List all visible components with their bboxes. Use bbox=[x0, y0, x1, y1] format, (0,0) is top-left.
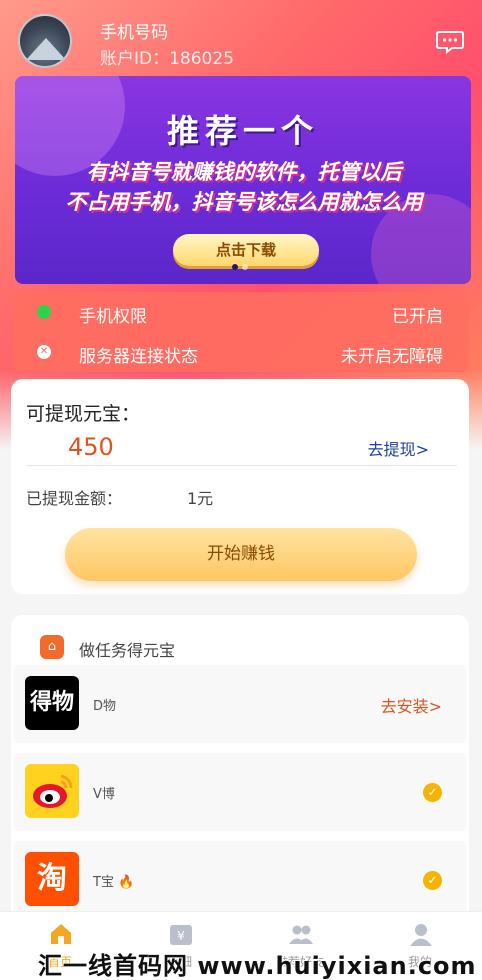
install-link[interactable]: 去安装> bbox=[381, 693, 442, 717]
start-earning-button[interactable]: 开始赚钱 bbox=[65, 528, 417, 581]
tasks-card: ⌂ 做任务得元宝 得物 D物 去安装> V博 ✓ 淘 T宝 🔥 ✓ bbox=[11, 615, 469, 945]
wallet-card: 可提现元宝： 450 去提现> 已提现金额： 1元 开始赚钱 bbox=[11, 379, 469, 594]
status-card: 手机权限 已开启 ✕ 服务器连接状态 未开启无障碍 bbox=[13, 292, 469, 372]
tasks-title: 做任务得元宝 bbox=[79, 641, 176, 660]
mountain-photo-icon bbox=[26, 38, 66, 60]
dewu-app-icon: 得物 bbox=[25, 676, 79, 730]
banner-line-2: 不占用手机，抖音号该怎么用就怎么用 bbox=[65, 190, 423, 214]
home-icon bbox=[51, 924, 71, 944]
status-off-icon: ✕ bbox=[37, 345, 51, 359]
home-task-icon: ⌂ bbox=[40, 635, 64, 659]
promo-banner[interactable]: 推荐一个 有抖音号就赚钱的软件，托管以后 不占用手机，抖音号该怎么用就怎么用 点… bbox=[15, 76, 471, 284]
wallet-amount: 450 bbox=[68, 433, 114, 461]
banner-line-1: 有抖音号就赚钱的软件，托管以后 bbox=[86, 160, 402, 184]
svg-text:¥: ¥ bbox=[177, 929, 185, 943]
header: 手机号码 账户ID：186025 bbox=[0, 0, 482, 74]
task-item[interactable]: 淘 T宝 🔥 ✓ bbox=[14, 841, 466, 919]
status-value: 已开启 bbox=[392, 307, 443, 327]
task-item[interactable]: 得物 D物 去安装> bbox=[14, 665, 466, 743]
carousel-dot[interactable] bbox=[242, 264, 248, 270]
wallet-yuan-icon: ¥ bbox=[170, 925, 192, 945]
user-name: 手机号码 bbox=[100, 23, 168, 43]
wallet-title: 可提现元宝： bbox=[26, 403, 141, 425]
user-icon bbox=[410, 924, 432, 946]
banner-title: 推荐一个 bbox=[166, 112, 319, 150]
weibo-icon bbox=[33, 774, 73, 808]
avatar[interactable] bbox=[18, 14, 72, 68]
task-app-name: D物 bbox=[93, 699, 117, 714]
carousel-dots[interactable] bbox=[232, 264, 252, 270]
task-app-name: T宝 🔥 bbox=[93, 871, 134, 890]
chat-bubble-icon[interactable] bbox=[436, 30, 464, 54]
status-row-permission: 手机权限 已开启 bbox=[13, 292, 469, 332]
friends-icon bbox=[289, 925, 313, 944]
task-app-name-text: T宝 bbox=[93, 875, 114, 890]
withdraw-link[interactable]: 去提现> bbox=[368, 436, 429, 460]
status-on-icon bbox=[37, 305, 51, 319]
status-label: 手机权限 bbox=[79, 307, 147, 327]
check-icon: ✓ bbox=[423, 871, 442, 890]
taobao-app-icon: 淘 bbox=[25, 852, 79, 906]
status-row-server[interactable]: ✕ 服务器连接状态 未开启无障碍 bbox=[13, 332, 469, 372]
download-button[interactable]: 点击下载 bbox=[173, 234, 319, 266]
task-item[interactable]: V博 ✓ bbox=[14, 753, 466, 831]
status-value[interactable]: 未开启无障碍 bbox=[341, 342, 443, 367]
watermark: 汇一线首码网 www.huiyixian.com bbox=[38, 952, 477, 980]
withdrawn-value: 1元 bbox=[187, 489, 214, 508]
withdrawn-label: 已提现金额： bbox=[26, 489, 123, 508]
divider bbox=[26, 465, 457, 466]
task-app-name: V博 bbox=[93, 787, 115, 802]
carousel-dot-active[interactable] bbox=[232, 264, 238, 270]
fire-icon: 🔥 bbox=[118, 875, 135, 890]
check-icon: ✓ bbox=[423, 783, 442, 802]
weibo-app-icon bbox=[25, 764, 79, 818]
account-id: 账户ID：186025 bbox=[100, 49, 234, 69]
status-label: 服务器连接状态 bbox=[79, 347, 198, 367]
